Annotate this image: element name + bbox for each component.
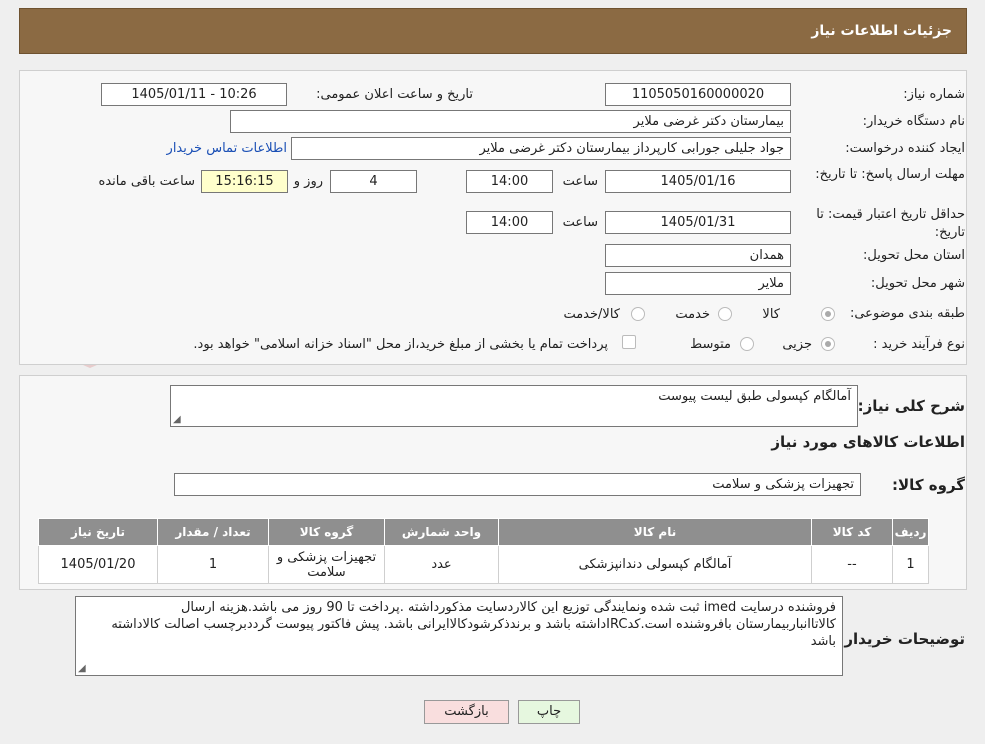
buyer-notes-textarea[interactable]: فروشنده درسایت imed ثبت شده ونمایندگی تو… xyxy=(75,596,843,676)
process-medium-radio[interactable] xyxy=(740,337,754,351)
buyer-notes-label: توضیحات خریدار: xyxy=(838,630,965,648)
city-label: شهر محل تحویل: xyxy=(870,276,965,291)
col-date-header: تاریخ نیاز xyxy=(38,518,158,546)
items-heading: اطلاعات کالاهای مورد نیاز xyxy=(771,433,965,451)
price-validity-time-label: ساعت xyxy=(562,215,598,230)
reply-days-field[interactable]: 4 xyxy=(330,170,417,193)
col-name-header: نام کالا xyxy=(498,518,812,546)
items-table-wrapper: ردیف کد کالا نام کالا واحد شمارش گروه کا… xyxy=(38,518,929,584)
category-goods-radio[interactable] xyxy=(821,307,835,321)
reply-deadline-time-field[interactable]: 14:00 xyxy=(466,170,553,193)
process-minor-radio[interactable] xyxy=(821,337,835,351)
col-group-header: گروه کالا xyxy=(268,518,385,546)
reply-deadline-label: مهلت ارسال پاسخ: تا تاریخ: xyxy=(815,167,965,182)
cell-group: تجهیزات پزشکی و سلامت xyxy=(268,545,385,584)
price-validity-label: حداقل تاریخ اعتبار قیمت: تا تاریخ: xyxy=(816,207,965,240)
category-label: طبقه بندی موضوعی: xyxy=(849,306,965,321)
treasury-payment-note: پرداخت تمام یا بخشی از مبلغ خرید،از محل … xyxy=(193,337,608,352)
print-button[interactable]: چاپ xyxy=(518,700,580,724)
summary-textarea[interactable]: آمالگام کپسولی طبق لیست پیوست xyxy=(170,385,858,427)
resize-grip-icon: ◢ xyxy=(173,414,181,425)
col-code-header: کد کالا xyxy=(811,518,893,546)
city-field[interactable]: ملایر xyxy=(605,272,791,295)
summary-label: شرح کلی نیاز: xyxy=(857,397,965,415)
category-service-radio[interactable] xyxy=(718,307,732,321)
cell-name: آمالگام کپسولی دندانپزشکی xyxy=(498,545,812,584)
reply-deadline-time-label: ساعت xyxy=(562,174,598,189)
price-validity-time-field[interactable]: 14:00 xyxy=(466,211,553,234)
back-button[interactable]: بازگشت xyxy=(424,700,509,724)
page-header: جزئیات اطلاعات نیاز xyxy=(19,8,967,54)
category-service-label: خدمت xyxy=(675,307,710,322)
notes-resize-grip-icon: ◢ xyxy=(78,663,86,674)
requester-field[interactable]: جواد جلیلی جورابی کارپرداز بیمارستان دکت… xyxy=(291,137,791,160)
province-field[interactable]: همدان xyxy=(605,244,791,267)
reply-deadline-date-field[interactable]: 1405/01/16 xyxy=(605,170,791,193)
group-label: گروه کالا: xyxy=(892,476,965,494)
need-number-label: شماره نیاز: xyxy=(903,87,965,102)
col-row-header: ردیف xyxy=(892,518,929,546)
table-header-row: ردیف کد کالا نام کالا واحد شمارش گروه کا… xyxy=(38,518,929,546)
cell-qty: 1 xyxy=(157,545,269,584)
buyer-contact-link[interactable]: اطلاعات تماس خریدار xyxy=(167,141,287,156)
category-goods-label: کالا xyxy=(762,307,780,322)
cell-code: -- xyxy=(811,545,893,584)
remaining-time-field: 15:16:15 xyxy=(201,170,288,193)
treasury-payment-checkbox[interactable] xyxy=(622,335,636,349)
col-qty-header: تعداد / مقدار xyxy=(157,518,269,546)
reply-days-label: روز و xyxy=(293,174,323,189)
price-validity-date-field[interactable]: 1405/01/31 xyxy=(605,211,791,234)
remaining-time-label: ساعت باقی مانده xyxy=(98,174,195,189)
process-type-label: نوع فرآیند خرید : xyxy=(873,337,965,352)
group-field[interactable]: تجهیزات پزشکی و سلامت xyxy=(174,473,861,496)
process-medium-label: متوسط xyxy=(690,337,731,352)
cell-unit: عدد xyxy=(384,545,499,584)
cell-date: 1405/01/20 xyxy=(38,545,158,584)
process-minor-label: جزیی xyxy=(782,337,812,352)
table-row[interactable]: 1 -- آمالگام کپسولی دندانپزشکی عدد تجهیز… xyxy=(38,545,929,584)
buyer-org-field[interactable]: بیمارستان دکتر غرضی ملایر xyxy=(230,110,791,133)
cell-row: 1 xyxy=(892,545,929,584)
category-goods-service-radio[interactable] xyxy=(631,307,645,321)
buyer-org-label: نام دستگاه خریدار: xyxy=(862,114,965,129)
need-number-field[interactable]: 1105050160000020 xyxy=(605,83,791,106)
province-label: استان محل تحویل: xyxy=(863,248,965,263)
announce-datetime-field[interactable]: 1405/01/11 - 10:26 xyxy=(101,83,287,106)
col-unit-header: واحد شمارش xyxy=(384,518,499,546)
category-goods-service-label: کالا/خدمت xyxy=(563,307,620,322)
announce-datetime-label: تاریخ و ساعت اعلان عمومی: xyxy=(316,87,473,102)
items-table: ردیف کد کالا نام کالا واحد شمارش گروه کا… xyxy=(38,518,929,584)
requester-label: ایجاد کننده درخواست: xyxy=(845,141,965,156)
page-title: جزئیات اطلاعات نیاز xyxy=(811,23,952,39)
